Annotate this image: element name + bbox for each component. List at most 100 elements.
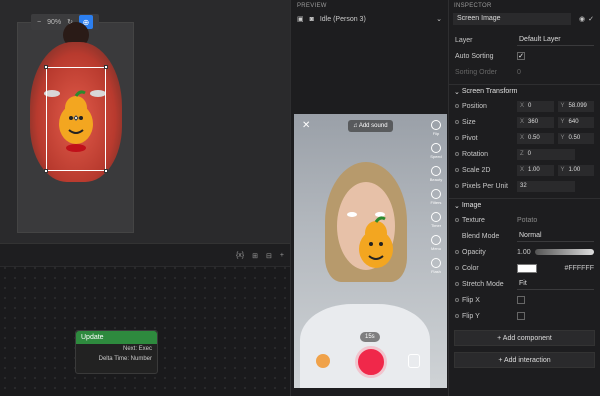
filters-icon — [431, 189, 441, 199]
position-x-value: 0 — [528, 102, 532, 109]
scene-viewport[interactable]: − 90% ↻ ⊕ — [0, 0, 290, 243]
upload-icon[interactable] — [408, 354, 420, 368]
ppu-field[interactable]: 32 — [517, 180, 575, 192]
add-component-button[interactable]: + Add component — [454, 330, 595, 346]
menu-button[interactable]: Menu — [429, 235, 443, 251]
timer-button[interactable]: Timer — [429, 212, 443, 228]
resize-handle[interactable] — [104, 65, 108, 69]
add-sound-label: Add sound — [358, 123, 388, 129]
beauty-icon — [431, 166, 441, 176]
side-label: Menu — [430, 246, 441, 251]
screen-transform-header[interactable]: ⌄ Screen Transform — [449, 84, 600, 98]
auto-sorting-checkbox[interactable] — [517, 52, 525, 60]
size-y-field[interactable]: Y 640 — [557, 116, 594, 128]
speed-icon — [431, 143, 441, 153]
image-header[interactable]: ⌄ Image — [449, 198, 600, 212]
texture-label: Texture — [462, 216, 485, 224]
record-button[interactable] — [355, 346, 387, 378]
graph-toolbar: {x} ⊞ ⊟ + — [0, 243, 290, 267]
texture-field[interactable]: Potato — [517, 217, 537, 224]
stretch-mode-select[interactable]: Fit — [517, 279, 594, 290]
variables-button[interactable]: {x} — [236, 252, 244, 260]
size-x-field[interactable]: X 360 — [517, 116, 554, 128]
resize-handle[interactable] — [44, 169, 48, 173]
side-label: Speed — [430, 154, 442, 159]
flash-icon — [431, 258, 441, 268]
pivot-handle[interactable] — [73, 115, 79, 121]
pivot-x-field[interactable]: X 0.50 — [517, 132, 554, 144]
opacity-slider[interactable] — [534, 249, 594, 255]
person-select[interactable]: Idle (Person 3) — [320, 16, 366, 23]
camera-icon[interactable]: ◙ — [310, 16, 314, 23]
layer-label: Layer — [455, 36, 473, 44]
preview-title: PREVIEW — [297, 3, 327, 9]
opacity-value[interactable]: 1.00 — [517, 249, 531, 256]
filters-button[interactable]: Filters — [429, 189, 443, 205]
effects-icon[interactable] — [316, 354, 330, 368]
pear-sticker — [359, 216, 393, 268]
flash-button[interactable]: Flash — [429, 258, 443, 274]
resize-handle[interactable] — [44, 65, 48, 69]
layer-select[interactable]: Default Layer — [517, 35, 594, 46]
scale-y-field[interactable]: Y 1.00 — [557, 164, 594, 176]
node-output-exec[interactable]: Next: Exec — [76, 344, 157, 354]
pivot-label: Pivot — [462, 134, 478, 142]
grid-icon[interactable]: ⊟ — [266, 252, 272, 260]
add-interaction-button[interactable]: + Add interaction — [454, 352, 595, 368]
blend-mode-label: Blend Mode — [461, 232, 500, 240]
close-icon[interactable]: ✕ — [302, 120, 310, 131]
side-label: Filters — [430, 200, 442, 205]
chevron-down-icon: ⌄ — [454, 88, 462, 96]
camera-side-menu: Flip Speed Beauty Filters Timer Menu Fla… — [429, 120, 443, 274]
flip-y-checkbox[interactable] — [517, 312, 525, 320]
section-title: Image — [461, 202, 482, 209]
pivot-x-value: 0.50 — [528, 134, 540, 141]
selection-box[interactable] — [44, 65, 108, 173]
preview-toolbar: ▣ ◙ Idle (Person 3) ⌄ — [291, 12, 448, 26]
color-label: Color — [462, 264, 479, 272]
enable-check-icon[interactable]: ✓ — [588, 15, 594, 23]
flip-icon — [431, 120, 441, 130]
camera-preview[interactable]: ✕ ♫ Add sound Flip Speed Beauty Filters … — [294, 114, 447, 388]
ppu-value: 32 — [520, 182, 527, 189]
side-label: Flip — [432, 131, 440, 136]
beauty-button[interactable]: Beauty — [429, 166, 443, 182]
blend-mode-select[interactable]: Normal — [517, 231, 594, 242]
flip-x-checkbox[interactable] — [517, 296, 525, 304]
rotation-label: Rotation — [462, 150, 489, 158]
pivot-y-value: 0.50 — [568, 134, 581, 141]
color-hex[interactable]: #FFFFFF — [564, 265, 594, 272]
position-y-field[interactable]: Y 58.099 — [557, 100, 594, 112]
duration-badge[interactable]: 15s — [360, 332, 380, 342]
inspector-title: INSPECTOR — [454, 3, 492, 9]
pivot-y-field[interactable]: Y 0.50 — [557, 132, 594, 144]
flip-button[interactable]: Flip — [429, 120, 443, 136]
rotation-z-field[interactable]: Z0 — [517, 148, 575, 160]
size-x-value: 360 — [528, 118, 539, 125]
scale-y-value: 1.00 — [568, 166, 581, 173]
scale-x-value: 1.00 — [528, 166, 540, 173]
tree-icon[interactable]: ⊞ — [252, 252, 258, 260]
add-icon[interactable]: + — [280, 252, 284, 260]
device-icon[interactable]: ▣ — [297, 15, 304, 23]
chevron-down-icon[interactable]: ⌄ — [436, 15, 442, 23]
scale2d-label: Scale 2D — [462, 166, 491, 174]
node-output-delta[interactable]: Delta Time: Number — [76, 354, 157, 364]
position-x-field[interactable]: X0 — [517, 100, 554, 112]
color-swatch[interactable] — [517, 263, 537, 273]
zoom-level[interactable]: 90% — [47, 19, 61, 26]
sorting-order-value: 0 — [517, 68, 521, 76]
auto-sorting-label: Auto Sorting — [455, 52, 494, 60]
speed-button[interactable]: Speed — [429, 143, 443, 159]
visibility-icon[interactable]: ◉ — [579, 15, 585, 23]
add-sound-button[interactable]: ♫ Add sound — [348, 120, 393, 132]
object-name-field[interactable]: Screen Image — [453, 13, 571, 25]
side-label: Beauty — [429, 177, 443, 182]
preview-panel: PREVIEW ▣ ◙ Idle (Person 3) ⌄ ✕ ♫ Add so… — [290, 0, 448, 396]
scale-x-field[interactable]: X 1.00 — [517, 164, 554, 176]
resize-handle[interactable] — [104, 169, 108, 173]
node-title: Update — [76, 331, 157, 344]
position-label: Position — [462, 102, 487, 110]
update-node[interactable]: Update Next: Exec Delta Time: Number — [75, 330, 158, 374]
zoom-out-button[interactable]: − — [37, 19, 41, 26]
